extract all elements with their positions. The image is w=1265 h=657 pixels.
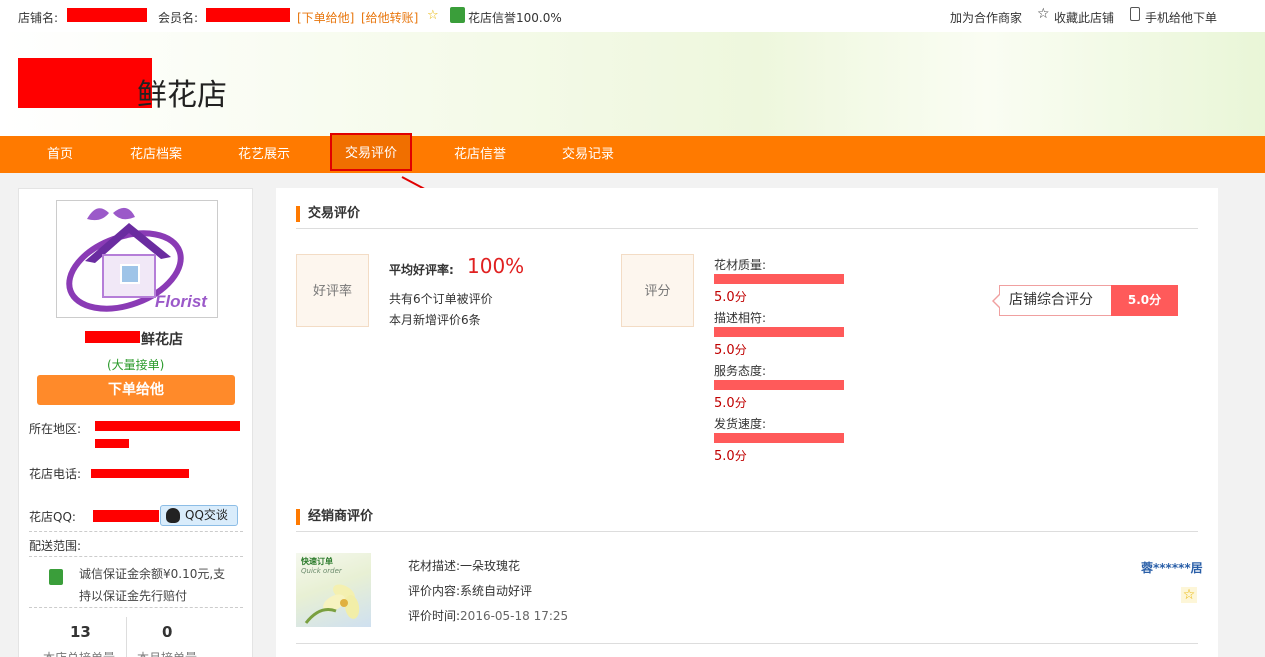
avg-rate-value: 100% (467, 254, 525, 278)
score-label-service: 服务态度: (714, 364, 767, 378)
flower-icon (304, 584, 360, 624)
redacted-phone (91, 469, 189, 478)
score-bar-shipping (714, 433, 844, 443)
score-bar-service (714, 380, 844, 390)
score-label-quality: 花材质量: (714, 258, 767, 272)
score-bar-description (714, 327, 844, 337)
deposit-shield-icon (49, 569, 63, 585)
shop-logo: Florist (56, 200, 218, 318)
qq-label: 花店QQ: (29, 510, 76, 524)
total-orders-value: 13 (70, 623, 91, 641)
redacted-qq (93, 510, 159, 522)
reviewer-star-icon: ☆ (1181, 587, 1197, 603)
score-bar-quality (714, 274, 844, 284)
score-value-shipping: 5.0分 (714, 449, 747, 464)
qq-penguin-icon (166, 508, 180, 523)
score-badge: 评分 (621, 254, 694, 327)
overall-score-label: 店铺综合评分 (999, 285, 1112, 316)
score-label-description: 描述相符: (714, 311, 767, 325)
total-reviews-text: 共有6个订单被评价 (389, 292, 493, 306)
flower-desc: 花材描述:一朵玫瑰花 (408, 559, 521, 573)
order-button[interactable]: 下单给他 (37, 375, 235, 405)
overall-score-value: 5.0分 (1111, 285, 1178, 316)
month-orders-label: 本月接单量 (137, 649, 197, 657)
delivery-label: 配送范围: (29, 539, 82, 553)
reviews-section-title: 交易评价 (296, 206, 360, 222)
total-orders-label: 本店总接单量 (43, 649, 115, 657)
qq-chat-label: QQ交谈 (185, 508, 228, 522)
redacted-location (95, 421, 240, 431)
month-orders-value: 0 (162, 623, 173, 641)
quick-order-thumbnail: 快速订单 Quick order (296, 553, 371, 627)
logo-text: Florist (155, 292, 208, 311)
rate-badge: 好评率 (296, 254, 369, 327)
shop-tag: (大量接单) (107, 358, 165, 372)
deposit-text: 诚信保证金余额¥0.10元,支持以保证金先行赔付 (79, 567, 226, 603)
score-value-description: 5.0分 (714, 343, 747, 358)
qq-chat-button[interactable]: QQ交谈 (160, 505, 238, 526)
reviewer-name[interactable]: 蓉******居 (1141, 559, 1203, 576)
shop-sidebar: Florist 鲜花店 (大量接单) 下单给他 所在地区: 花店电话: 花店QQ… (18, 188, 253, 657)
sidebar-shop-name: 鲜花店 (141, 332, 183, 348)
score-value-quality: 5.0分 (714, 290, 747, 305)
location-label: 所在地区: (29, 422, 82, 436)
review-time: 评价时间:2016-05-18 17:25 (408, 609, 569, 623)
avg-rate-label: 平均好评率: (389, 263, 454, 277)
review-content: 评价内容:系统自动好评 (408, 584, 533, 598)
score-value-service: 5.0分 (714, 396, 747, 411)
score-label-shipping: 发货速度: (714, 417, 767, 431)
dealer-section-title: 经销商评价 (296, 509, 373, 525)
phone-label: 花店电话: (29, 467, 82, 481)
reviews-panel: 交易评价 好评率 平均好评率: 100% 共有6个订单被评价 本月新增评价6条 … (276, 188, 1218, 657)
redacted-sidebar-shop-name (85, 331, 140, 343)
month-reviews-text: 本月新增评价6条 (389, 313, 481, 327)
redacted-location-2 (95, 439, 129, 448)
house-logo-icon: Florist (66, 207, 208, 312)
